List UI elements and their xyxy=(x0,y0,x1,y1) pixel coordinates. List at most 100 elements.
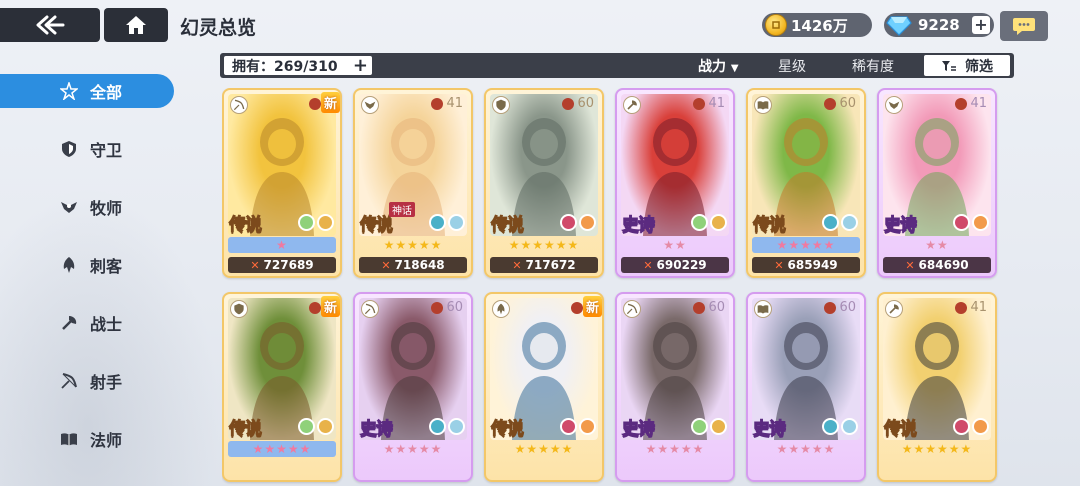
crossed-swords-icon: ✕ xyxy=(643,258,653,272)
sort-by-power[interactable]: 战力 ▼ xyxy=(698,56,739,76)
sort-by-star[interactable]: 星级 xyxy=(778,56,806,76)
new-badge: 新 xyxy=(320,92,340,113)
spirit-card[interactable]: 6 新 传说 ★★★★★ xyxy=(484,292,604,482)
rarity-label: 传说 xyxy=(229,419,263,440)
power-bar: ✕ 684690 xyxy=(883,257,991,273)
sidebar-item-priest[interactable]: 牧师 xyxy=(0,190,176,224)
element-icons xyxy=(689,418,727,435)
sidebar-item-guard[interactable]: 守卫 xyxy=(0,132,176,166)
dropdown-triangle-icon: ▼ xyxy=(730,63,739,74)
wings-icon xyxy=(60,198,78,216)
owned-count-box[interactable]: 拥有：269/310 + xyxy=(224,56,372,75)
element-leaf-icon xyxy=(953,214,970,231)
gold-coin-icon xyxy=(765,14,787,36)
back-button[interactable] xyxy=(0,8,100,42)
myth-tag: 神话 xyxy=(389,202,415,217)
sidebar-item-assassin[interactable]: 刺客 xyxy=(0,248,176,282)
element-leaf-icon xyxy=(429,418,446,435)
expand-plus-icon[interactable]: + xyxy=(353,56,368,75)
rarity-label: 史诗 xyxy=(753,419,787,440)
star-rating: ★★★★★ xyxy=(752,237,860,253)
element-swirl-icon xyxy=(841,418,858,435)
element-swirl-icon xyxy=(317,214,334,231)
sidebar-item-archer[interactable]: 射手 xyxy=(0,364,176,398)
spirit-card[interactable]: 60 传说 ★★★★★ ✕ 685949 xyxy=(746,88,866,278)
shield-icon xyxy=(60,140,78,158)
bow-icon xyxy=(230,96,248,114)
new-badge: 新 xyxy=(320,296,340,317)
spirit-card[interactable]: 41 史诗 ★★ ✕ 684690 xyxy=(877,88,997,278)
crossed-swords-icon: ✕ xyxy=(250,258,260,272)
level-indicator: 60 xyxy=(824,96,856,111)
spirit-card[interactable]: 60 史诗 ★★★★★ xyxy=(746,292,866,482)
home-button[interactable] xyxy=(104,8,168,42)
gold-amount: 1426万 xyxy=(791,16,848,35)
class-sidebar: 全部 守卫 牧师 刺客 战士 射手 法师 xyxy=(0,74,176,480)
spirit-card[interactable]: 60 史诗 ★★★★★ xyxy=(353,292,473,482)
level-indicator: 41 xyxy=(693,96,725,111)
element-swirl-icon xyxy=(972,418,989,435)
rarity-label: 传说 xyxy=(229,215,263,236)
sidebar-item-label: 牧师 xyxy=(90,199,123,218)
level-indicator: 41 xyxy=(955,300,987,315)
power-value: 718648 xyxy=(394,258,445,272)
spirit-card[interactable]: 41 史诗 ★★ ✕ 690229 xyxy=(615,88,735,278)
add-gems-button[interactable]: + xyxy=(972,16,990,34)
level-value: 60 xyxy=(839,300,856,315)
filter-button[interactable]: 筛选 xyxy=(924,55,1010,76)
level-indicator: 60 xyxy=(824,300,856,315)
rarity-label: 史诗 xyxy=(884,215,918,236)
element-icons xyxy=(427,418,465,435)
element-swirl-icon xyxy=(448,418,465,435)
sidebar-item-label: 战士 xyxy=(90,315,123,334)
spirit-card[interactable]: 60 传说 ★★★★★★ ✕ 717672 xyxy=(484,88,604,278)
rarity-label: 传说 xyxy=(753,215,787,236)
sidebar-item-all[interactable]: 全部 xyxy=(0,74,174,108)
sidebar-item-mage[interactable]: 法师 xyxy=(0,422,176,456)
level-value: 60 xyxy=(708,300,725,315)
axe-icon xyxy=(623,96,641,114)
book-icon xyxy=(754,96,772,114)
level-badge-icon xyxy=(824,301,837,314)
spirit-card[interactable]: 6 新 传说 ★ ✕727689 xyxy=(222,88,342,278)
chat-button[interactable] xyxy=(1000,11,1048,41)
bow-icon xyxy=(623,300,641,318)
spirit-card[interactable]: 41 神话 传说 ★★★★★ ✕ 718648 xyxy=(353,88,473,278)
new-badge: 新 xyxy=(582,296,602,317)
element-icons xyxy=(951,214,989,231)
sidebar-item-label: 法师 xyxy=(90,431,123,450)
level-badge-icon xyxy=(308,301,321,314)
home-icon xyxy=(126,16,146,34)
element-swirl-icon xyxy=(710,214,727,231)
gold-currency: 1426万 xyxy=(762,13,872,37)
star-rating: ★★ xyxy=(925,238,949,252)
axe-icon xyxy=(885,300,903,318)
power-bar: ✕ 690229 xyxy=(621,257,729,273)
sort-by-rarity[interactable]: 稀有度 xyxy=(852,56,894,76)
rarity-label: 史诗 xyxy=(622,419,656,440)
gem-amount: 9228 xyxy=(918,16,960,34)
element-icons xyxy=(689,214,727,231)
element-swirl-icon xyxy=(972,214,989,231)
book-icon xyxy=(754,300,772,318)
level-indicator: 41 xyxy=(431,96,463,111)
rarity-label: 传说 xyxy=(360,215,394,236)
element-swirl-icon xyxy=(448,214,465,231)
element-icons xyxy=(558,214,596,231)
level-value: 60 xyxy=(577,96,594,111)
element-swirl-icon xyxy=(841,214,858,231)
rarity-label: 史诗 xyxy=(622,215,656,236)
spirit-card[interactable]: 60 史诗 ★★★★★ xyxy=(615,292,735,482)
star-rating: ★★★★★ xyxy=(776,442,836,456)
spirit-card[interactable]: 6 新 传说 ★★★★★ xyxy=(222,292,342,482)
star-rating: ★★★★★ xyxy=(514,442,574,456)
assassin-icon xyxy=(492,300,510,318)
level-badge-icon xyxy=(431,301,444,314)
rarity-label: 传说 xyxy=(491,215,525,236)
sidebar-item-warrior[interactable]: 战士 xyxy=(0,306,176,340)
spirit-card[interactable]: 41 传说 ★★★★★★ xyxy=(877,292,997,482)
sidebar-item-label: 守卫 xyxy=(90,141,123,160)
element-icons xyxy=(558,418,596,435)
page-title: 幻灵总览 xyxy=(180,17,257,39)
star-rating: ★★ xyxy=(663,238,687,252)
